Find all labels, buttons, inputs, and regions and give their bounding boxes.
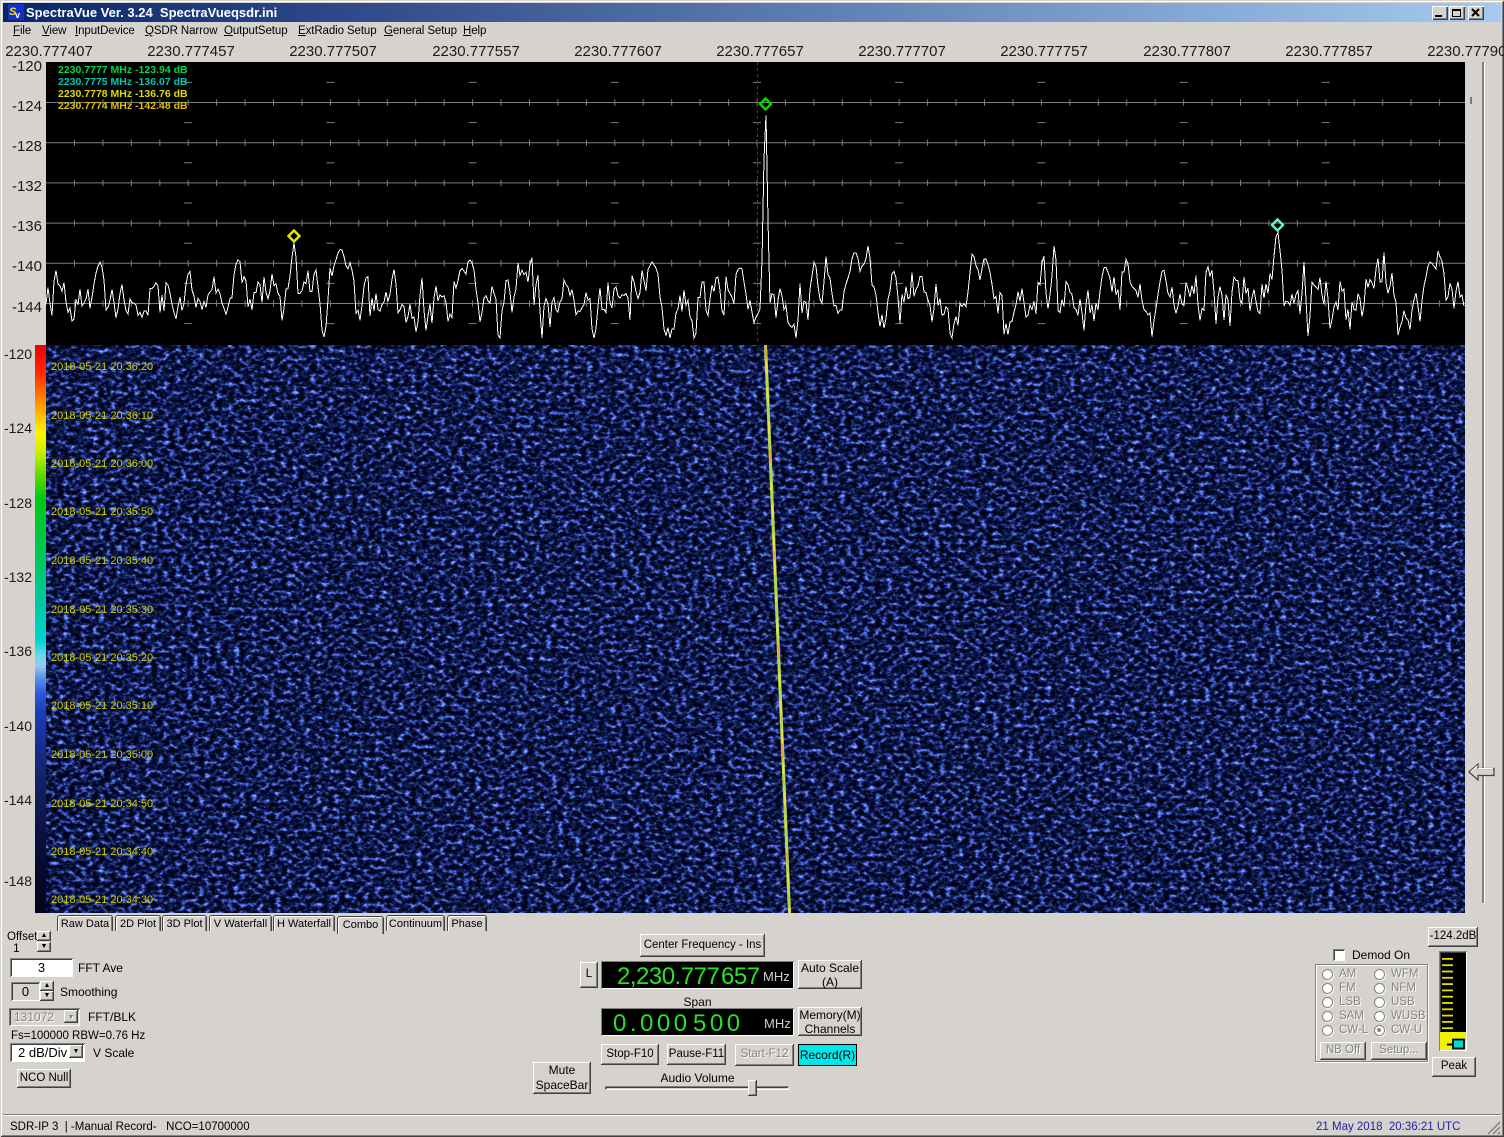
- svg-text:2018-05-21 20:36:10: 2018-05-21 20:36:10: [51, 410, 153, 422]
- svg-text:2018-05-21 20:35:40: 2018-05-21 20:35:40: [51, 555, 153, 567]
- svg-text:2018-05-21 20:34:50: 2018-05-21 20:34:50: [51, 798, 153, 810]
- svg-text:2018-05-21 20:35:30: 2018-05-21 20:35:30: [51, 604, 153, 616]
- svg-text:2018-05-21 20:35:00: 2018-05-21 20:35:00: [51, 749, 153, 761]
- svg-text:2018-05-21 20:34:40: 2018-05-21 20:34:40: [51, 846, 153, 858]
- svg-text:2018-05-21 20:35:10: 2018-05-21 20:35:10: [51, 700, 153, 712]
- svg-text:2018-05-21 20:35:20: 2018-05-21 20:35:20: [51, 652, 153, 664]
- svg-text:2018-05-21 20:36:00: 2018-05-21 20:36:00: [51, 458, 153, 470]
- svg-text:2018-05-21 20:35:50: 2018-05-21 20:35:50: [51, 506, 153, 518]
- svg-text:2018-05-21 20:36:20: 2018-05-21 20:36:20: [51, 361, 153, 373]
- svg-text:2018-05-21 20:34:30: 2018-05-21 20:34:30: [51, 894, 153, 906]
